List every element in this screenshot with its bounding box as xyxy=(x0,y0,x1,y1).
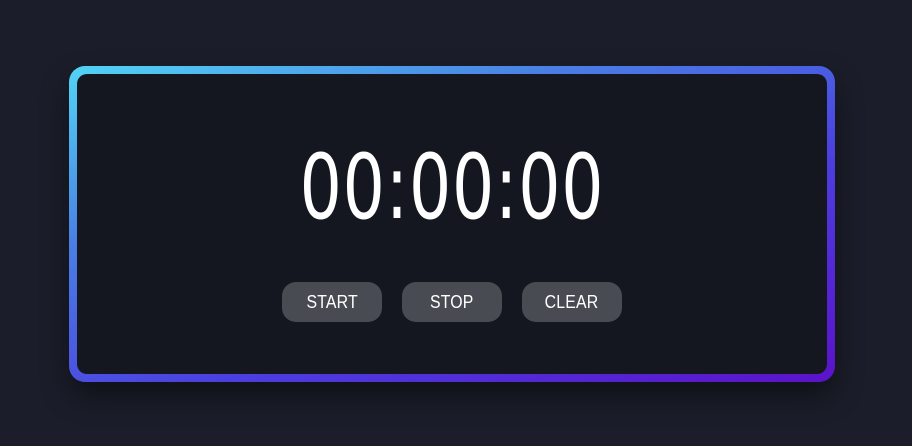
app-stage: 00:00:00 START STOP CLEAR xyxy=(0,0,912,446)
clear-button-label: CLEAR xyxy=(545,291,599,312)
start-button[interactable]: START xyxy=(282,282,382,322)
timer-panel: 00:00:00 START STOP CLEAR xyxy=(77,74,827,374)
timer-frame: 00:00:00 START STOP CLEAR xyxy=(69,66,835,382)
stop-button[interactable]: STOP xyxy=(402,282,502,322)
clear-button[interactable]: CLEAR xyxy=(522,282,622,322)
start-button-label: START xyxy=(306,291,358,312)
timer-controls: START STOP CLEAR xyxy=(77,282,827,322)
stop-button-label: STOP xyxy=(430,291,474,312)
timer-display: 00:00:00 xyxy=(299,135,605,240)
